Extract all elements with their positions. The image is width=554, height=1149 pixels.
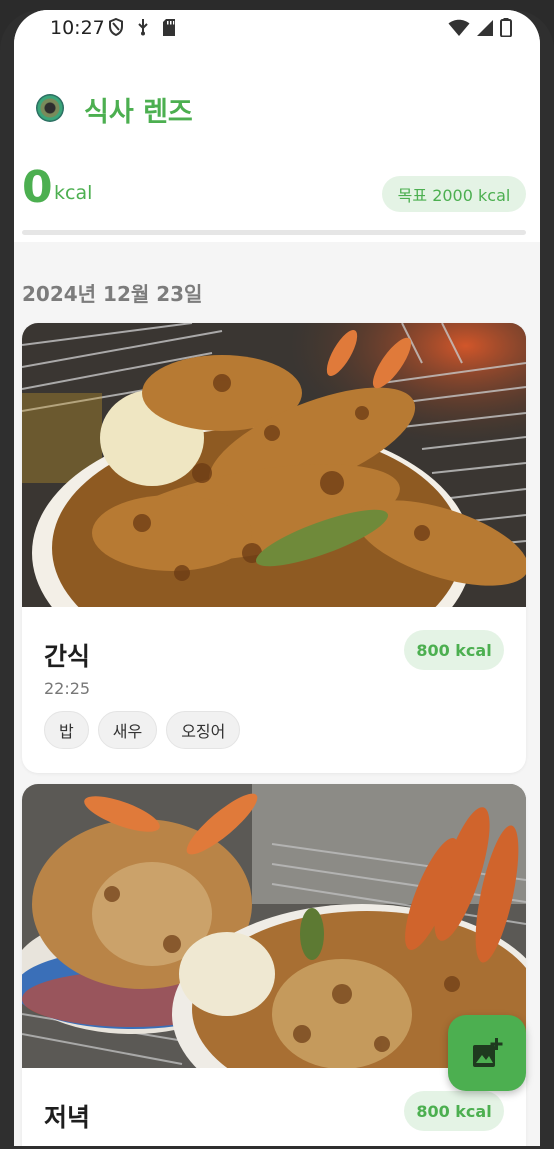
calorie-progress-bar [22,230,526,235]
signal-icon [477,19,493,36]
meal-tags: 밥 새우 오징어 [44,711,241,749]
device-frame: 10:27 식사 렌즈 0 kcal 목표 2000 kcal 2024년 12… [0,10,554,1149]
add-photo-icon [473,1038,503,1067]
total-kcal-value: 0 [22,162,53,213]
camera-lens-logo-icon [36,94,64,122]
meal-title: 저녁 [44,1103,91,1132]
tempura-bowl-photo [22,323,526,607]
app-screen: 10:27 식사 렌즈 0 kcal 목표 2000 kcal 2024년 12… [14,10,540,1146]
status-bar: 10:27 [14,10,540,46]
summary-header: 식사 렌즈 0 kcal 목표 2000 kcal [14,46,540,242]
sd-card-icon [163,18,175,36]
meal-title: 간식 [44,642,91,671]
meal-tag[interactable]: 밥 [44,711,89,749]
meal-tag[interactable]: 오징어 [166,711,241,749]
meal-card[interactable]: 저녁 800 kcal [22,784,526,1146]
total-kcal-unit: kcal [54,182,93,204]
meal-card[interactable]: 간식 800 kcal 22:25 밥 새우 오징어 [22,323,526,773]
battery-icon [500,18,512,37]
usb-debug-icon [138,19,148,36]
date-header: 2024년 12월 23일 [22,282,203,306]
meal-tag[interactable]: 새우 [97,711,158,749]
shield-icon [109,18,123,36]
wifi-icon [448,19,470,36]
goal-chip[interactable]: 목표 2000 kcal [382,176,526,212]
meal-kcal-badge: 800 kcal [404,1091,504,1131]
status-system-icons [448,18,512,37]
meal-kcal-badge: 800 kcal [404,630,504,670]
meal-time: 22:25 [44,679,91,698]
status-time: 10:27 [50,17,105,39]
add-meal-photo-button[interactable] [448,1015,526,1091]
status-notification-icons [108,18,176,36]
app-title: 식사 렌즈 [84,97,193,128]
